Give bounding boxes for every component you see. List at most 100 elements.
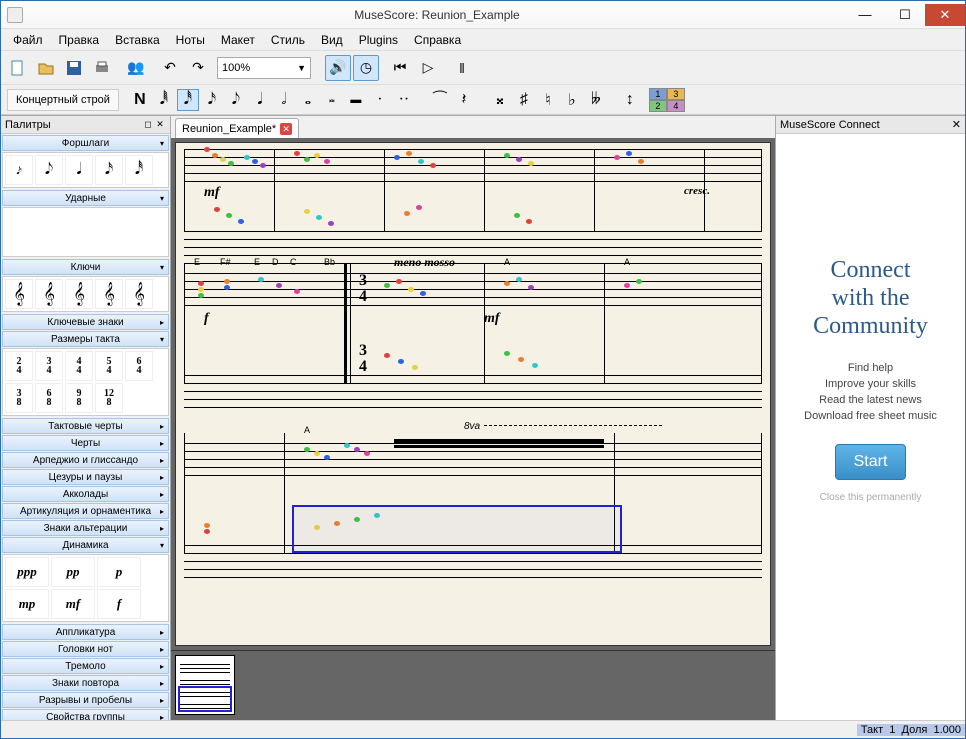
natural-button[interactable]: ♮ (537, 89, 559, 111)
ottava-mark[interactable]: 8va (464, 421, 480, 432)
undo-button[interactable]: ↶ (157, 55, 183, 81)
cresc-mark[interactable]: cresc. (684, 185, 710, 197)
timesig-3-4[interactable]: 3 4 (359, 273, 367, 305)
dynamic-mp[interactable]: mp (5, 589, 49, 619)
timesig-item[interactable]: 3 4 (35, 351, 63, 381)
zoom-combo[interactable]: 100%▼ (217, 57, 311, 79)
timesig-item[interactable]: 6 4 (125, 351, 153, 381)
breve-button[interactable]: 𝅜 (321, 89, 343, 111)
dynamic-mf-mark[interactable]: mf (204, 185, 220, 201)
menu-style[interactable]: Стиль (263, 31, 313, 49)
palette-brackets[interactable]: Акколады▸ (2, 486, 169, 502)
concert-pitch-button[interactable]: Концертный строй (7, 89, 119, 111)
grace-note-item[interactable]: 𝅘𝅥 (65, 155, 93, 185)
tie-button[interactable]: ⁀ (429, 89, 451, 111)
palette-breaks[interactable]: Разрывы и пробелы▸ (2, 692, 169, 708)
note-input-mode-button[interactable]: N (129, 89, 151, 111)
palette-beam[interactable]: Свойства группы▸ (2, 709, 169, 720)
half-note-button[interactable]: 𝅗𝅥 (273, 89, 295, 111)
quarter-note-button[interactable]: 𝅘𝅥 (249, 89, 271, 111)
32nd-note-button[interactable]: 𝅘𝅥𝅰 (177, 89, 199, 111)
treble-clef-8vb-item[interactable]: 𝄞 (95, 279, 123, 309)
open-file-button[interactable] (33, 55, 59, 81)
palette-fingering[interactable]: Аппликатура▸ (2, 624, 169, 640)
palette-barlines[interactable]: Тактовые черты▸ (2, 418, 169, 434)
timesig-item[interactable]: 9 8 (65, 383, 93, 413)
voice-3-button[interactable]: 3 (667, 88, 685, 100)
timesig-3-4[interactable]: 3 4 (359, 343, 367, 375)
menu-view[interactable]: Вид (313, 31, 351, 49)
timesig-item[interactable]: 4 4 (65, 351, 93, 381)
palettes-scroll[interactable]: Форшлаги▾ 𝆔 𝅘𝅥𝅮 𝅘𝅥 𝅘𝅥𝅯 𝅘𝅥𝅰 Ударные▾ Ключ… (1, 134, 170, 720)
rest-button[interactable]: 𝄽 (453, 89, 475, 111)
double-sharp-button[interactable]: 𝄪 (489, 89, 511, 111)
palette-clefs[interactable]: Ключи▾ (2, 259, 169, 275)
palette-dynamics[interactable]: Динамика▾ (2, 537, 169, 553)
palette-lines[interactable]: Черты▸ (2, 435, 169, 451)
palette-accidentals[interactable]: Знаки альтерации▸ (2, 520, 169, 536)
dynamic-ppp[interactable]: ppp (5, 557, 49, 587)
timesig-item[interactable]: 12 8 (95, 383, 123, 413)
16th-note-button[interactable]: 𝅘𝅥𝅯 (201, 89, 223, 111)
minimize-button[interactable]: — (845, 4, 885, 26)
tempo-meno-mosso[interactable]: meno mosso (394, 255, 455, 270)
palette-articulation[interactable]: Артикуляция и орнаментика▸ (2, 503, 169, 519)
palette-repeats[interactable]: Знаки повтора▸ (2, 675, 169, 691)
menu-insert[interactable]: Вставка (107, 31, 168, 49)
menu-help[interactable]: Справка (406, 31, 469, 49)
grace-note-item[interactable]: 𝆔 (5, 155, 33, 185)
flip-stem-button[interactable]: ↕ (619, 89, 641, 111)
voice-4-button[interactable]: 4 (667, 100, 685, 112)
palette-timesig[interactable]: Размеры такта▾ (2, 331, 169, 347)
dot-button[interactable]: · (369, 89, 391, 111)
new-file-button[interactable] (5, 55, 31, 81)
close-button[interactable]: ✕ (925, 4, 965, 26)
play-button[interactable]: ▷ (415, 55, 441, 81)
palette-arpeggio[interactable]: Арпеджио и глиссандо▸ (2, 452, 169, 468)
double-flat-button[interactable]: 𝄫 (585, 89, 607, 111)
menu-edit[interactable]: Правка (51, 31, 108, 49)
whole-note-button[interactable]: 𝅝 (297, 89, 319, 111)
menu-plugins[interactable]: Plugins (351, 31, 406, 49)
print-button[interactable] (89, 55, 115, 81)
grace-note-item[interactable]: 𝅘𝅥𝅰 (125, 155, 153, 185)
close-permanently-link[interactable]: Close this permanently (784, 492, 957, 503)
voice-2-button[interactable]: 2 (649, 100, 667, 112)
save-button[interactable] (61, 55, 87, 81)
maximize-button[interactable]: ☐ (885, 4, 925, 26)
score-view[interactable]: mf cresc. (171, 138, 775, 650)
flat-button[interactable]: ♭ (561, 89, 583, 111)
document-tab[interactable]: Reunion_Example* ✕ (175, 118, 299, 138)
8th-note-button[interactable]: 𝅘𝅥𝅮 (225, 89, 247, 111)
voice-1-button[interactable]: 1 (649, 88, 667, 100)
timesig-item[interactable]: 2 4 (5, 351, 33, 381)
treble-clef-item[interactable]: 𝄞 (5, 279, 33, 309)
dynamic-mf[interactable]: mf (51, 589, 95, 619)
navigator-panel[interactable] (171, 650, 775, 720)
treble-clef-item[interactable]: 𝄞 (125, 279, 153, 309)
score-page[interactable]: mf cresc. (175, 142, 771, 646)
timesig-item[interactable]: 3 8 (5, 383, 33, 413)
dynamic-p[interactable]: p (97, 557, 141, 587)
navigator-viewport[interactable] (178, 686, 232, 712)
dynamic-mf-mark[interactable]: mf (484, 311, 500, 327)
grace-note-item[interactable]: 𝅘𝅥𝅮 (35, 155, 63, 185)
sharp-button[interactable]: ♯ (513, 89, 535, 111)
selection-rectangle[interactable] (292, 505, 622, 553)
sound-button[interactable]: 🔊 (325, 55, 351, 81)
grace-note-item[interactable]: 𝅘𝅥𝅯 (95, 155, 123, 185)
menu-notes[interactable]: Ноты (168, 31, 213, 49)
64th-note-button[interactable]: 𝅘𝅥𝅱 (153, 89, 175, 111)
navigator-page-thumbnail[interactable] (175, 655, 235, 715)
dynamic-f[interactable]: f (97, 589, 141, 619)
close-palettes-icon[interactable]: ✕ (154, 119, 166, 130)
double-dot-button[interactable]: ·· (393, 89, 415, 111)
metronome-button[interactable]: ◷ (353, 55, 379, 81)
menu-layout[interactable]: Макет (213, 31, 263, 49)
treble-clef-15ma-item[interactable]: 𝄞 (65, 279, 93, 309)
loop-button[interactable]: ‖ (449, 55, 475, 81)
longa-button[interactable]: ▬ (345, 89, 367, 111)
redo-button[interactable]: ↷ (185, 55, 211, 81)
palette-noteheads[interactable]: Головки нот▸ (2, 641, 169, 657)
start-button[interactable]: Start (835, 444, 907, 480)
